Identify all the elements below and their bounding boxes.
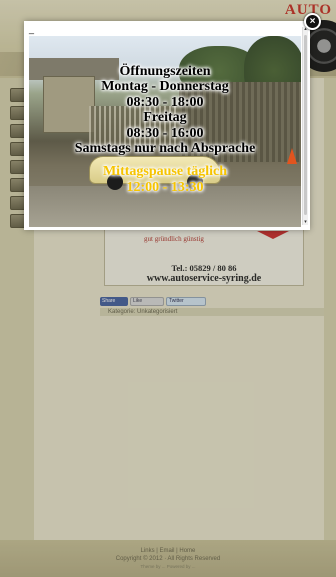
opening-hours-image: Öffnungszeiten Montag - Donnerstag 08:30… [29,36,301,227]
weekday-label: Montag - Donnerstag [101,79,229,95]
scroll-thumb[interactable] [304,35,307,215]
scroll-down-icon[interactable]: ▾ [303,220,308,225]
weekday-hours: 08:30 - 18:00 [126,94,204,110]
friday-hours: 08:30 - 16:00 [126,125,204,141]
lunch-hours: 12:00 - 13:30 [126,179,204,195]
saturday-note: Samstags nur nach Absprache [74,141,256,157]
lightbox-scrollbar[interactable]: ▴ ▾ [302,27,308,225]
friday-label: Freitag [143,110,187,126]
lunch-note: Mittagspause täglich [102,164,228,180]
close-icon[interactable]: × [304,13,321,30]
opening-hours-text: Öffnungszeiten Montag - Donnerstag 08:30… [29,64,301,195]
hours-title: Öffnungszeiten [119,64,211,79]
minimize-icon[interactable]: _ [29,25,34,34]
opening-hours-lightbox: _ Öffnungszeiten Montag - Donnerstag 08:… [24,13,321,230]
